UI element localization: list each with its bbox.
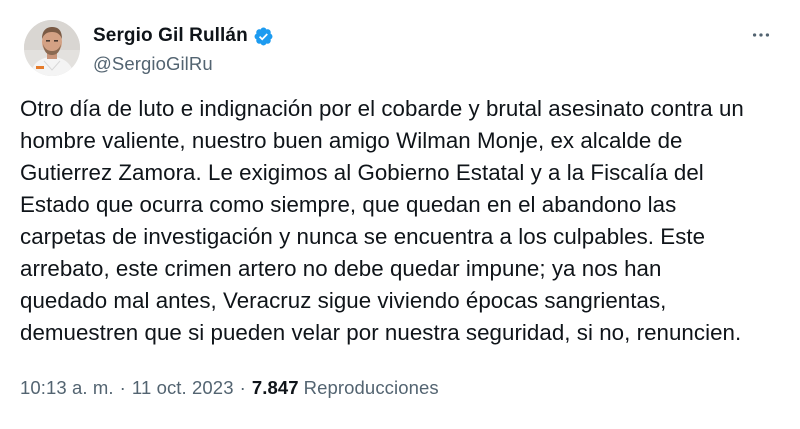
tweet-meta: 10:13 a. m. · 11 oct. 2023 · 7.847 Repro…	[20, 377, 439, 399]
profile-photo	[24, 20, 80, 76]
display-name-row: Sergio Gil Rullán	[93, 23, 274, 49]
tweet-time[interactable]: 10:13 a. m.	[20, 377, 114, 399]
tweet-text: Otro día de luto e indignación por el co…	[20, 96, 744, 345]
tweet-header: Sergio Gil Rullán @SergioGilRu	[20, 20, 780, 80]
user-handle[interactable]: @SergioGilRu	[93, 53, 274, 75]
more-options-button[interactable]	[746, 20, 776, 50]
tweet-card: Sergio Gil Rullán @SergioGilRu Otro día …	[0, 0, 800, 429]
avatar[interactable]	[24, 20, 80, 76]
views-count[interactable]: 7.847	[252, 377, 299, 399]
author-names: Sergio Gil Rullán @SergioGilRu	[93, 23, 274, 75]
verified-badge-icon	[253, 26, 274, 47]
more-options-icon	[752, 33, 770, 37]
meta-separator: ·	[119, 377, 126, 398]
tweet-date[interactable]: 11 oct. 2023	[132, 377, 234, 399]
meta-separator: ·	[239, 377, 246, 398]
display-name[interactable]: Sergio Gil Rullán	[93, 25, 248, 47]
views-label[interactable]: Reproducciones	[304, 377, 439, 399]
